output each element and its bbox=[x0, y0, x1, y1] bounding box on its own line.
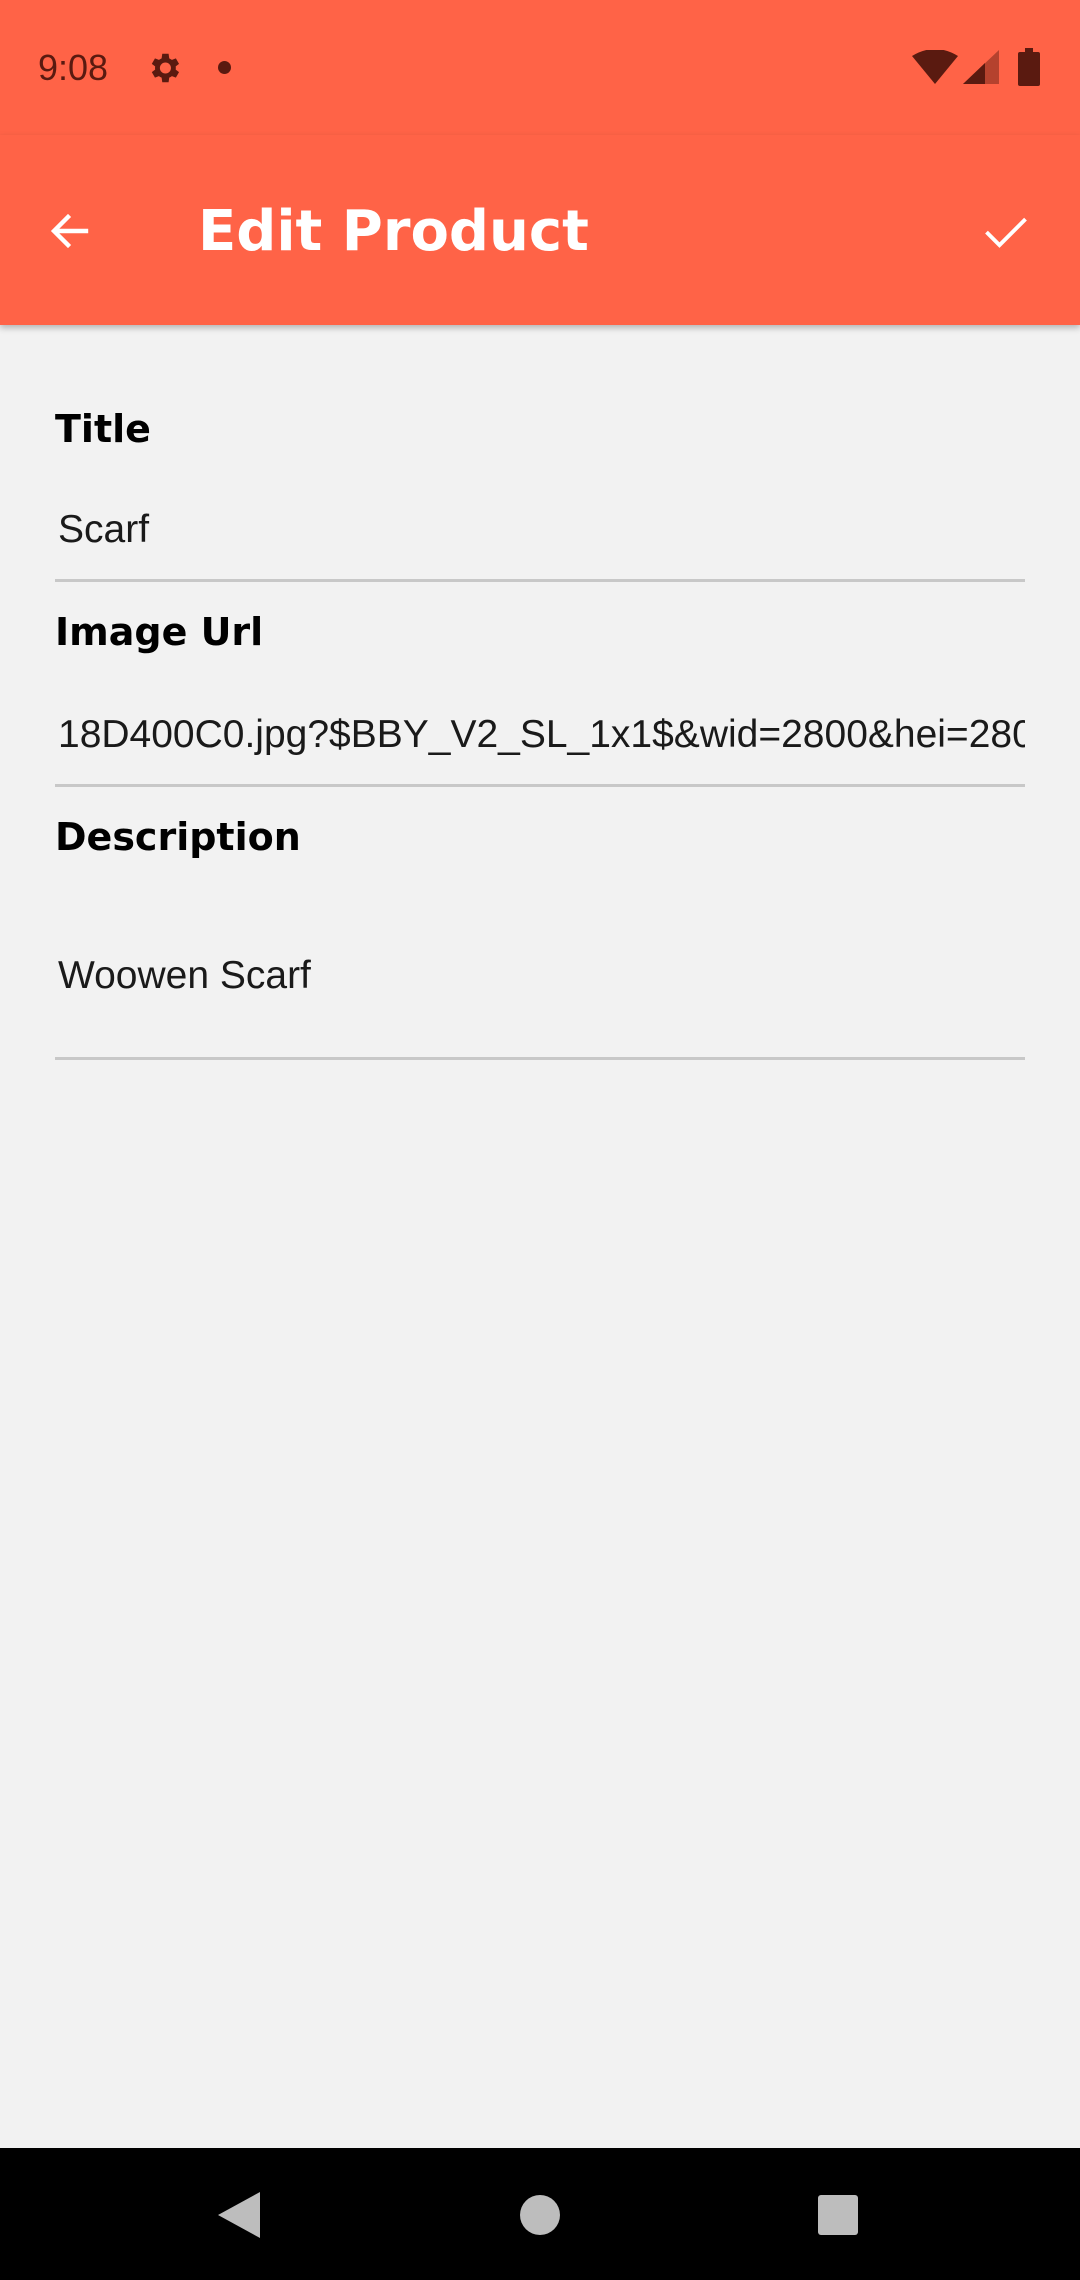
image-url-input[interactable]: 18D400C0.jpg?$BBY_V2_SL_1x1$&wid=2800&he… bbox=[58, 710, 1025, 760]
back-button[interactable] bbox=[30, 191, 110, 271]
arrow-left-icon bbox=[50, 213, 89, 249]
description-label: Description bbox=[55, 815, 301, 859]
gear-icon bbox=[151, 53, 180, 83]
image-url-label: Image Url bbox=[55, 610, 264, 654]
home-circle-icon[interactable] bbox=[520, 2195, 560, 2235]
title-label: Title bbox=[55, 407, 151, 451]
image-url-input-underline bbox=[55, 784, 1025, 787]
recents-square-icon[interactable] bbox=[818, 2195, 858, 2235]
system-nav-bar bbox=[0, 2148, 1080, 2280]
status-time: 9:08 bbox=[38, 47, 109, 88]
back-triangle-icon[interactable] bbox=[218, 2192, 260, 2238]
description-input[interactable]: Woowen Scarf bbox=[58, 951, 1025, 1001]
battery-icon bbox=[1018, 48, 1040, 86]
description-input-underline bbox=[55, 1057, 1025, 1060]
check-icon bbox=[985, 217, 1027, 248]
status-bar: 9:08 bbox=[0, 0, 1080, 135]
notification-dot-icon bbox=[218, 61, 231, 74]
app-bar: Edit Product bbox=[0, 135, 1080, 325]
wifi-icon bbox=[912, 50, 958, 84]
title-input[interactable]: Scarf bbox=[58, 505, 1025, 555]
page-title: Edit Product bbox=[198, 199, 589, 264]
signal-icon bbox=[963, 50, 999, 84]
save-button[interactable] bbox=[966, 191, 1046, 271]
title-input-underline bbox=[55, 579, 1025, 582]
